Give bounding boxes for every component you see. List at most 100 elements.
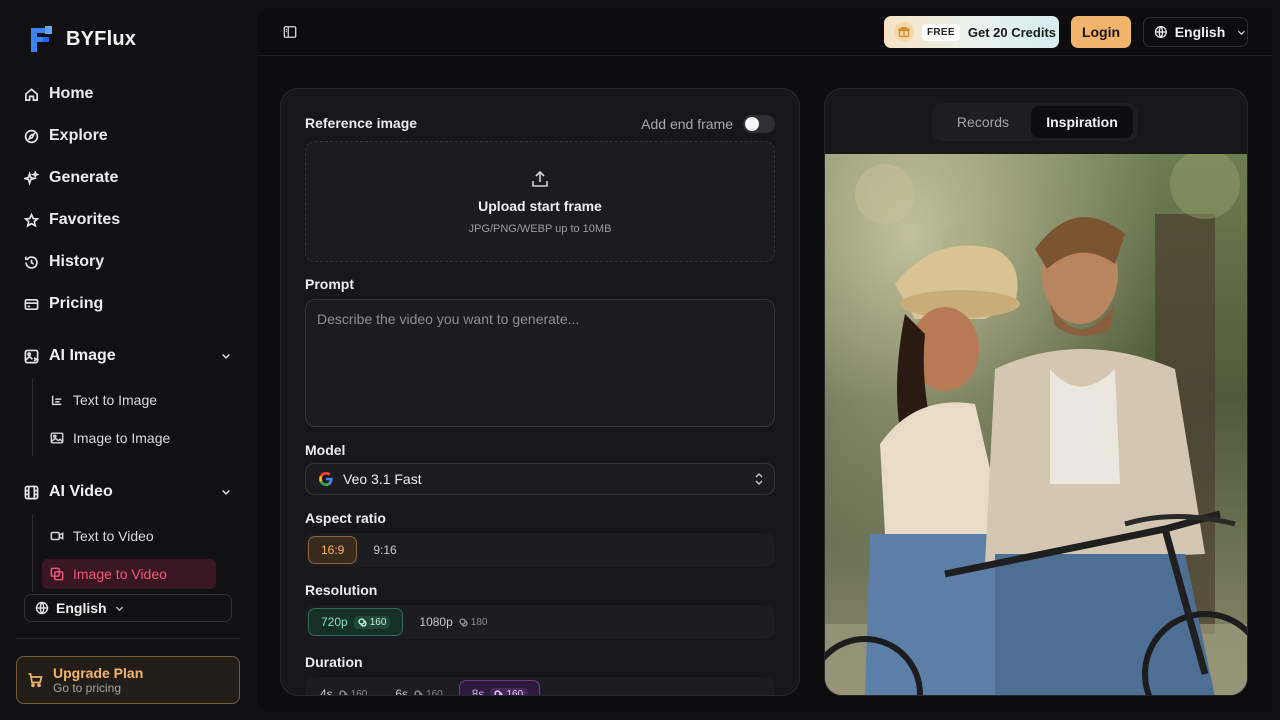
get-credits-button[interactable]: FREE Get 20 Credits — [884, 16, 1059, 48]
duration-option-6s[interactable]: 6s 160 — [383, 680, 454, 696]
coins-icon — [414, 689, 423, 695]
option-label: 720p — [321, 615, 348, 629]
globe-icon — [1154, 25, 1167, 39]
nav-explore[interactable]: Explore — [24, 127, 108, 145]
credit-cost-value: 160 — [506, 688, 524, 696]
tab-records[interactable]: Records — [935, 106, 1031, 138]
credit-cost: 160 — [414, 688, 443, 696]
film-icon — [24, 485, 39, 499]
nav-pricing-label: Pricing — [49, 295, 104, 312]
login-button[interactable]: Login — [1071, 16, 1131, 48]
history-icon — [25, 255, 38, 269]
group-ai-video-label: AI Video — [49, 483, 113, 500]
group-ai-image[interactable]: AI Image — [24, 347, 232, 365]
option-label: 8s — [471, 687, 485, 696]
sidebar-language-label: English — [56, 600, 107, 616]
duration-label: Duration — [305, 654, 363, 670]
end-frame-label: Add end frame — [641, 116, 733, 132]
coins-icon — [339, 689, 348, 695]
nav-favorites-label: Favorites — [49, 211, 121, 228]
aspect-ratio-label: Aspect ratio — [305, 510, 386, 526]
upload-title: Upload start frame — [478, 197, 602, 214]
sidebar-toggle-icon[interactable] — [283, 25, 297, 39]
cart-icon — [28, 673, 43, 688]
nav-generate[interactable]: Generate — [24, 169, 118, 187]
credit-card-icon — [24, 298, 39, 310]
generation-form: Reference image Add end frame Upload sta… — [280, 88, 800, 696]
coins-icon — [459, 617, 468, 627]
upgrade-plan-button[interactable]: Upgrade Plan Go to pricing — [16, 656, 240, 704]
prompt-label: Prompt — [305, 276, 354, 292]
topbar-language-label: English — [1174, 24, 1226, 40]
upload-icon — [532, 170, 548, 187]
sub-item-text-to-image[interactable]: Text to Image — [42, 385, 216, 415]
duration-selector: 4s 160 6s 160 8s 160 — [305, 677, 775, 696]
image-icon — [50, 432, 64, 444]
topbar-language-select[interactable]: English — [1143, 17, 1248, 47]
sidebar-divider — [16, 638, 240, 639]
nav-pricing[interactable]: Pricing — [24, 295, 103, 313]
tab-inspiration[interactable]: Inspiration — [1031, 106, 1133, 138]
resolution-selector: 720p 160 1080p 180 — [305, 605, 775, 639]
sub-tree-line — [32, 378, 33, 456]
brand-logo-icon — [31, 26, 52, 52]
gift-badge — [894, 22, 914, 42]
nav-favorites[interactable]: Favorites — [24, 211, 120, 229]
gift-icon — [898, 26, 910, 38]
google-icon — [319, 471, 333, 487]
sub-item-text-to-video[interactable]: Text to Video — [42, 521, 216, 551]
coins-icon — [494, 689, 504, 695]
preview-tabs: Records Inspiration — [932, 103, 1138, 141]
end-frame-toggle[interactable] — [743, 115, 775, 133]
globe-icon — [35, 601, 49, 615]
nav-history[interactable]: History — [24, 253, 104, 271]
sidebar-language-select[interactable]: English — [24, 594, 232, 622]
main-area: FREE Get 20 Credits Login English Refere… — [257, 8, 1272, 712]
sidebar: BYFlux Home Explore Generate Favorites H… — [0, 0, 256, 720]
home-icon — [25, 87, 38, 101]
preview-panel: Records Inspiration — [824, 88, 1248, 696]
model-label: Model — [305, 442, 346, 458]
option-label: 4s — [320, 687, 333, 696]
chevron-down-icon — [115, 606, 123, 611]
inspiration-image — [825, 154, 1247, 695]
option-label: 6s — [395, 687, 409, 696]
chevron-down-icon — [222, 490, 230, 495]
upgrade-subtitle: Go to pricing — [53, 681, 122, 695]
brand-name: BYFlux — [66, 27, 137, 50]
chevron-down-icon — [1238, 30, 1246, 35]
sub-tree-line — [32, 514, 33, 592]
resolution-label: Resolution — [305, 582, 378, 598]
duration-option-8s[interactable]: 8s 160 — [458, 680, 541, 696]
resolution-option-720p[interactable]: 720p 160 — [308, 608, 404, 636]
sub-item-label: Image to Video — [73, 566, 167, 582]
credit-cost-value: 160 — [426, 688, 443, 696]
sub-item-image-to-video[interactable]: Image to Video — [42, 559, 216, 589]
nav-history-label: History — [49, 253, 105, 270]
credit-cost: 160 — [339, 689, 367, 695]
credit-cost: 160 — [490, 687, 528, 696]
nav-home-label: Home — [49, 85, 94, 102]
text-lines-icon — [51, 395, 62, 406]
nav-generate-label: Generate — [49, 169, 119, 186]
compass-icon — [24, 129, 39, 143]
sub-item-image-to-image[interactable]: Image to Image — [42, 423, 216, 453]
model-value: Veo 3.1 Fast — [343, 471, 422, 487]
nav-home[interactable]: Home — [24, 85, 93, 103]
end-frame-control: Add end frame — [641, 115, 775, 133]
group-ai-video[interactable]: AI Video — [24, 483, 232, 501]
model-select[interactable]: Veo 3.1 Fast — [305, 463, 775, 495]
aspect-option-16-9[interactable]: 16:9 — [308, 536, 358, 564]
video-camera-icon — [50, 531, 64, 541]
resolution-option-1080p[interactable]: 1080p 180 — [407, 608, 499, 636]
duration-option-4s[interactable]: 4s 160 — [308, 680, 379, 696]
image-ai-icon — [24, 349, 39, 363]
brand[interactable]: BYFlux — [28, 24, 136, 54]
credit-cost-value: 160 — [369, 616, 387, 628]
upload-start-frame-dropzone[interactable]: Upload start frame JPG/PNG/WEBP up to 10… — [305, 141, 775, 262]
nav-explore-label: Explore — [49, 127, 108, 144]
prompt-textarea[interactable]: Describe the video you want to generate.… — [305, 299, 775, 427]
aspect-option-9-16[interactable]: 9:16 — [361, 536, 408, 564]
star-icon — [24, 212, 39, 227]
reference-image-label: Reference image — [305, 115, 418, 131]
